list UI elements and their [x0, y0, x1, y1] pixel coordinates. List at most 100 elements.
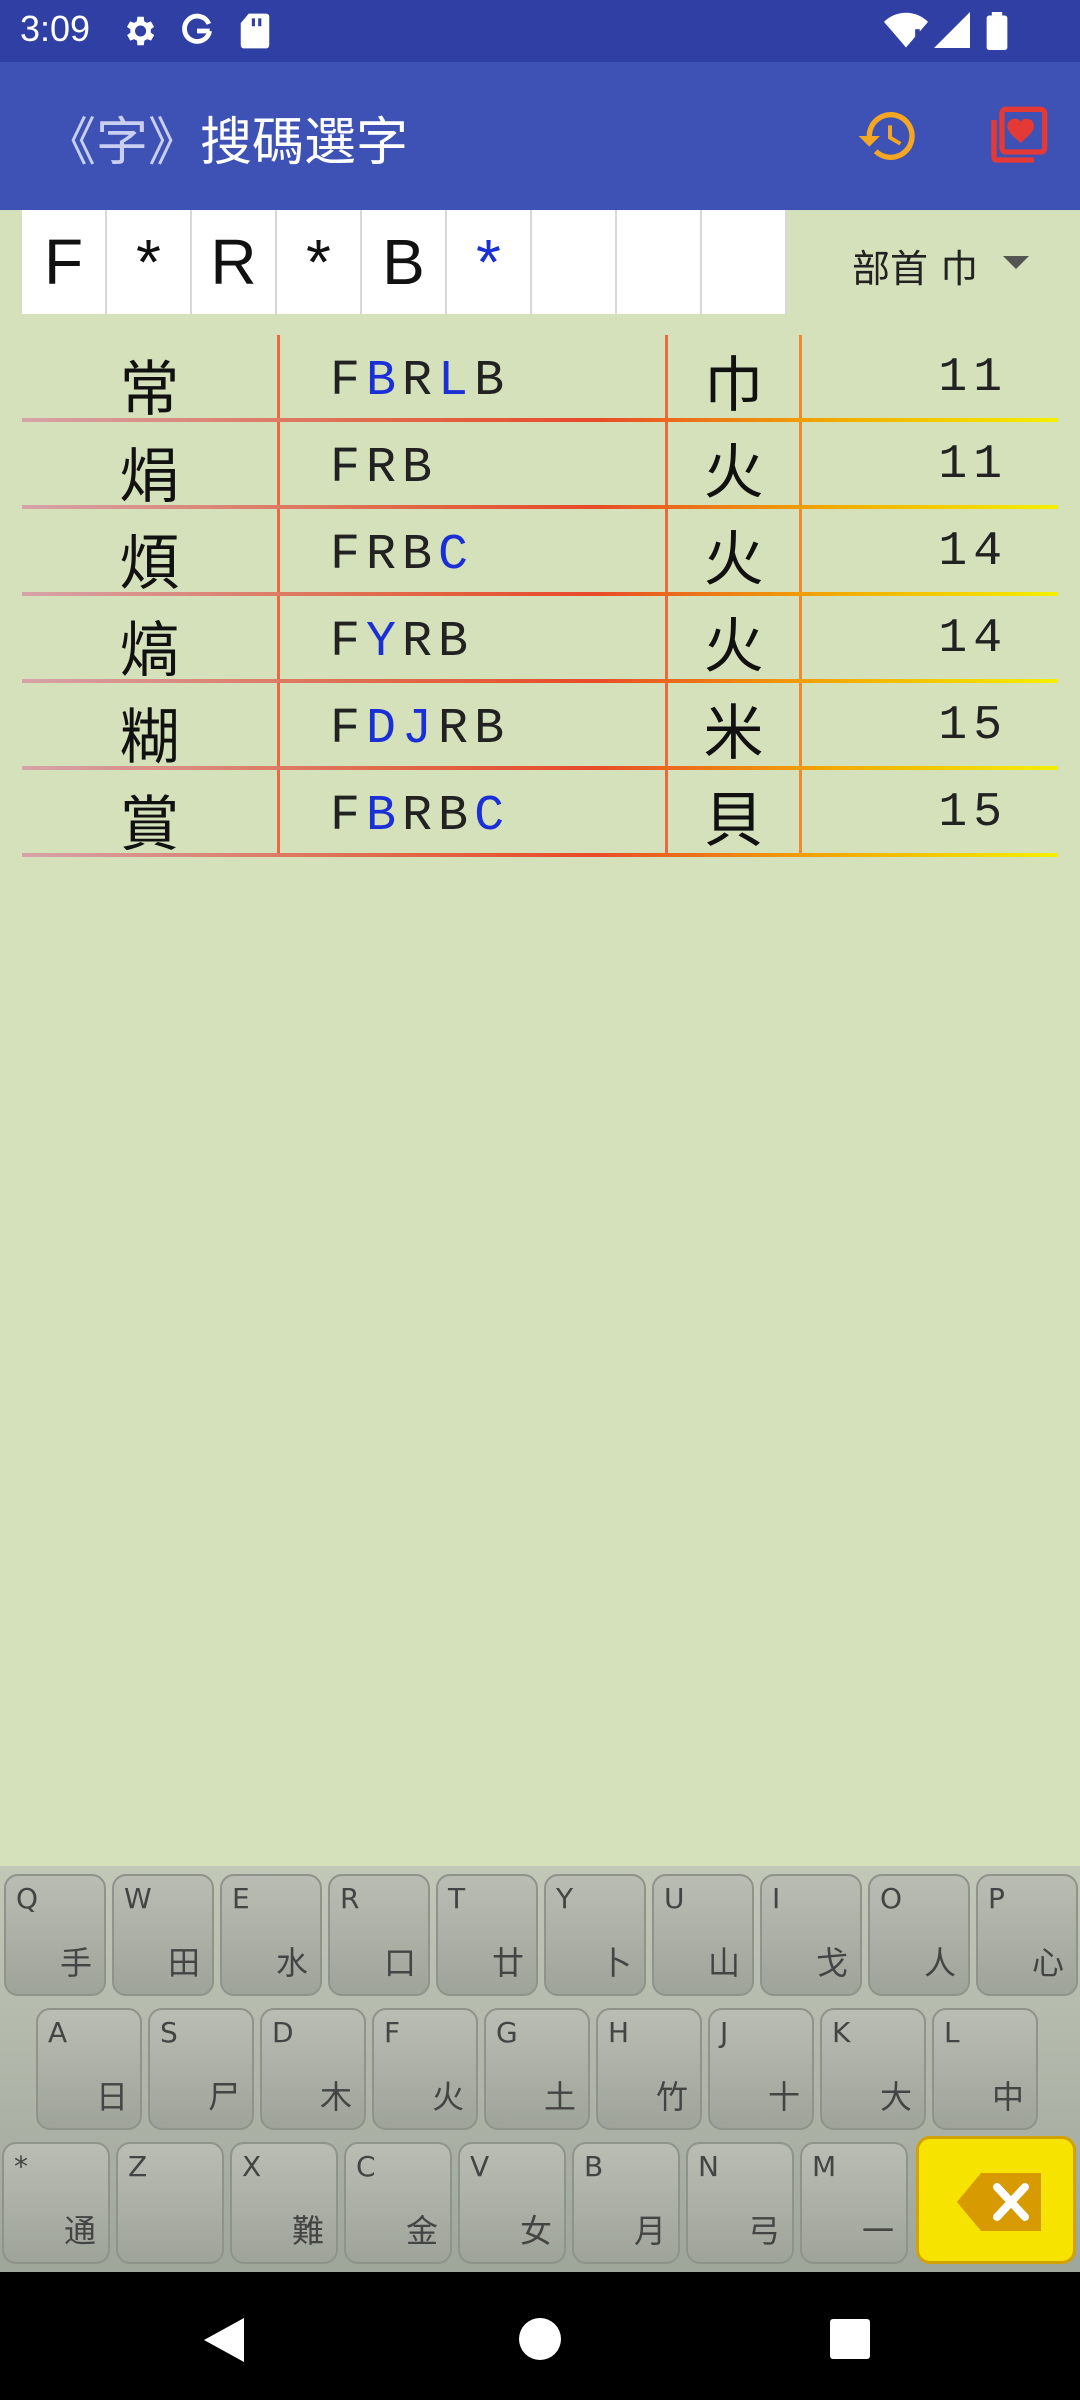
result-code-letter: B	[366, 353, 403, 410]
key-radical: 尸	[207, 2078, 240, 2116]
key-w[interactable]: W田	[112, 1874, 214, 1996]
key-letter: A	[48, 2016, 68, 2049]
result-code-letter: Y	[366, 614, 403, 671]
code-cell[interactable]	[532, 210, 617, 314]
signal-icon	[934, 12, 970, 48]
recents-icon[interactable]	[830, 2319, 870, 2359]
code-cell[interactable]: *	[447, 210, 532, 314]
result-code-letter: B	[474, 353, 511, 410]
result-stroke-count: 14	[938, 612, 1008, 666]
result-row[interactable]: 熇 FYRB 火 14	[22, 596, 1058, 686]
result-code: FRBC	[330, 527, 474, 584]
status-time: 3:09	[20, 8, 91, 49]
wifi-icon	[884, 12, 928, 48]
radical-filter-dropdown[interactable]: 部首 巾	[852, 238, 978, 293]
code-cell[interactable]: *	[277, 210, 362, 314]
key-j[interactable]: J十	[708, 2008, 814, 2130]
result-row[interactable]: 常 FBRLB 巾 11	[22, 335, 1058, 425]
key-u[interactable]: U山	[652, 1874, 754, 1996]
result-code-letter: R	[402, 614, 439, 671]
result-code: FBRBC	[330, 788, 510, 845]
result-character[interactable]: 熇	[22, 602, 277, 689]
column-divider	[799, 596, 802, 683]
key-letter: H	[608, 2016, 630, 2049]
code-cell[interactable]	[617, 210, 702, 314]
key-n[interactable]: N弓	[686, 2142, 794, 2264]
settings-icon	[126, 16, 155, 46]
result-radical: 火	[703, 525, 764, 595]
key-v[interactable]: V女	[458, 2142, 566, 2264]
key-radical: 中	[991, 2078, 1024, 2116]
code-cell[interactable]: B	[362, 210, 447, 314]
column-divider	[277, 596, 280, 683]
result-row[interactable]: 煩 FRBC 火 14	[22, 509, 1058, 599]
key-p[interactable]: P心	[976, 1874, 1078, 1996]
result-code-letter: B	[438, 788, 475, 845]
result-radical: 火	[703, 438, 764, 508]
result-radical: 貝	[703, 786, 764, 856]
key-i[interactable]: I戈	[760, 1874, 862, 1996]
column-divider	[799, 422, 802, 509]
key-c[interactable]: C金	[344, 2142, 452, 2264]
chevron-down-icon[interactable]	[1003, 256, 1029, 269]
status-bar: 3:09	[0, 0, 1080, 62]
results-list: 常 FBRLB 巾 11 焆 FRB 火 11 煩 FRBC 火 14 熇 FYRB 火 14 糊 FDJRB 米 1…	[22, 335, 1058, 860]
key-radical: 人	[923, 1944, 956, 1982]
favorites-icon[interactable]	[986, 104, 1050, 168]
key-a[interactable]: A日	[36, 2008, 142, 2130]
result-character[interactable]: 賞	[22, 776, 277, 863]
column-divider	[799, 335, 802, 422]
key-x[interactable]: X難	[230, 2142, 338, 2264]
key-b[interactable]: B月	[572, 2142, 680, 2264]
result-row[interactable]: 賞 FBRBC 貝 15	[22, 770, 1058, 860]
key-s[interactable]: S尸	[148, 2008, 254, 2130]
key-wildcard[interactable]: * 通	[2, 2142, 110, 2264]
result-character[interactable]: 糊	[22, 689, 277, 776]
key-l[interactable]: L中	[932, 2008, 1038, 2130]
result-row[interactable]: 焆 FRB 火 11	[22, 422, 1058, 512]
back-icon[interactable]	[204, 2318, 244, 2362]
code-cell[interactable]	[702, 210, 787, 314]
key-r[interactable]: R口	[328, 1874, 430, 1996]
column-divider	[799, 683, 802, 770]
key-m[interactable]: M一	[800, 2142, 908, 2264]
key-radical: 木	[319, 2078, 352, 2116]
key-letter: X	[242, 2150, 262, 2183]
code-cell[interactable]: R	[192, 210, 277, 314]
key-t[interactable]: T廿	[436, 1874, 538, 1996]
result-code: FYRB	[330, 614, 474, 671]
result-character[interactable]: 焆	[22, 428, 277, 515]
key-radical: 戈	[815, 1944, 848, 1982]
result-row[interactable]: 糊 FDJRB 米 15	[22, 683, 1058, 773]
key-letter: G	[496, 2016, 518, 2049]
key-g[interactable]: G土	[484, 2008, 590, 2130]
key-e[interactable]: E水	[220, 1874, 322, 1996]
key-letter: E	[232, 1882, 250, 1915]
history-icon[interactable]	[856, 104, 920, 168]
key-radical: 一	[861, 2212, 894, 2250]
result-code-letter: D	[366, 701, 403, 758]
result-character[interactable]: 煩	[22, 515, 277, 602]
key-h[interactable]: H竹	[596, 2008, 702, 2130]
key-letter: B	[584, 2150, 604, 2183]
key-z[interactable]: Z	[116, 2142, 224, 2264]
column-divider	[277, 683, 280, 770]
result-radical: 米	[703, 699, 764, 769]
key-y[interactable]: Y卜	[544, 1874, 646, 1996]
result-character[interactable]: 常	[22, 341, 277, 428]
key-radical: 心	[1031, 1944, 1064, 1982]
backspace-icon	[957, 2173, 1041, 2231]
key-k[interactable]: K大	[820, 2008, 926, 2130]
result-code-letter: B	[438, 614, 475, 671]
key-d[interactable]: D木	[260, 2008, 366, 2130]
home-icon[interactable]	[519, 2318, 561, 2360]
column-divider	[799, 509, 802, 596]
key-radical: 大	[879, 2078, 912, 2116]
code-cell[interactable]: *	[107, 210, 192, 314]
delete-button[interactable]	[916, 2136, 1076, 2264]
code-cell[interactable]: F	[22, 210, 107, 314]
key-q[interactable]: Q手	[4, 1874, 106, 1996]
key-f[interactable]: F火	[372, 2008, 478, 2130]
code-input[interactable]: F * R * B *	[22, 210, 787, 314]
key-o[interactable]: O人	[868, 1874, 970, 1996]
